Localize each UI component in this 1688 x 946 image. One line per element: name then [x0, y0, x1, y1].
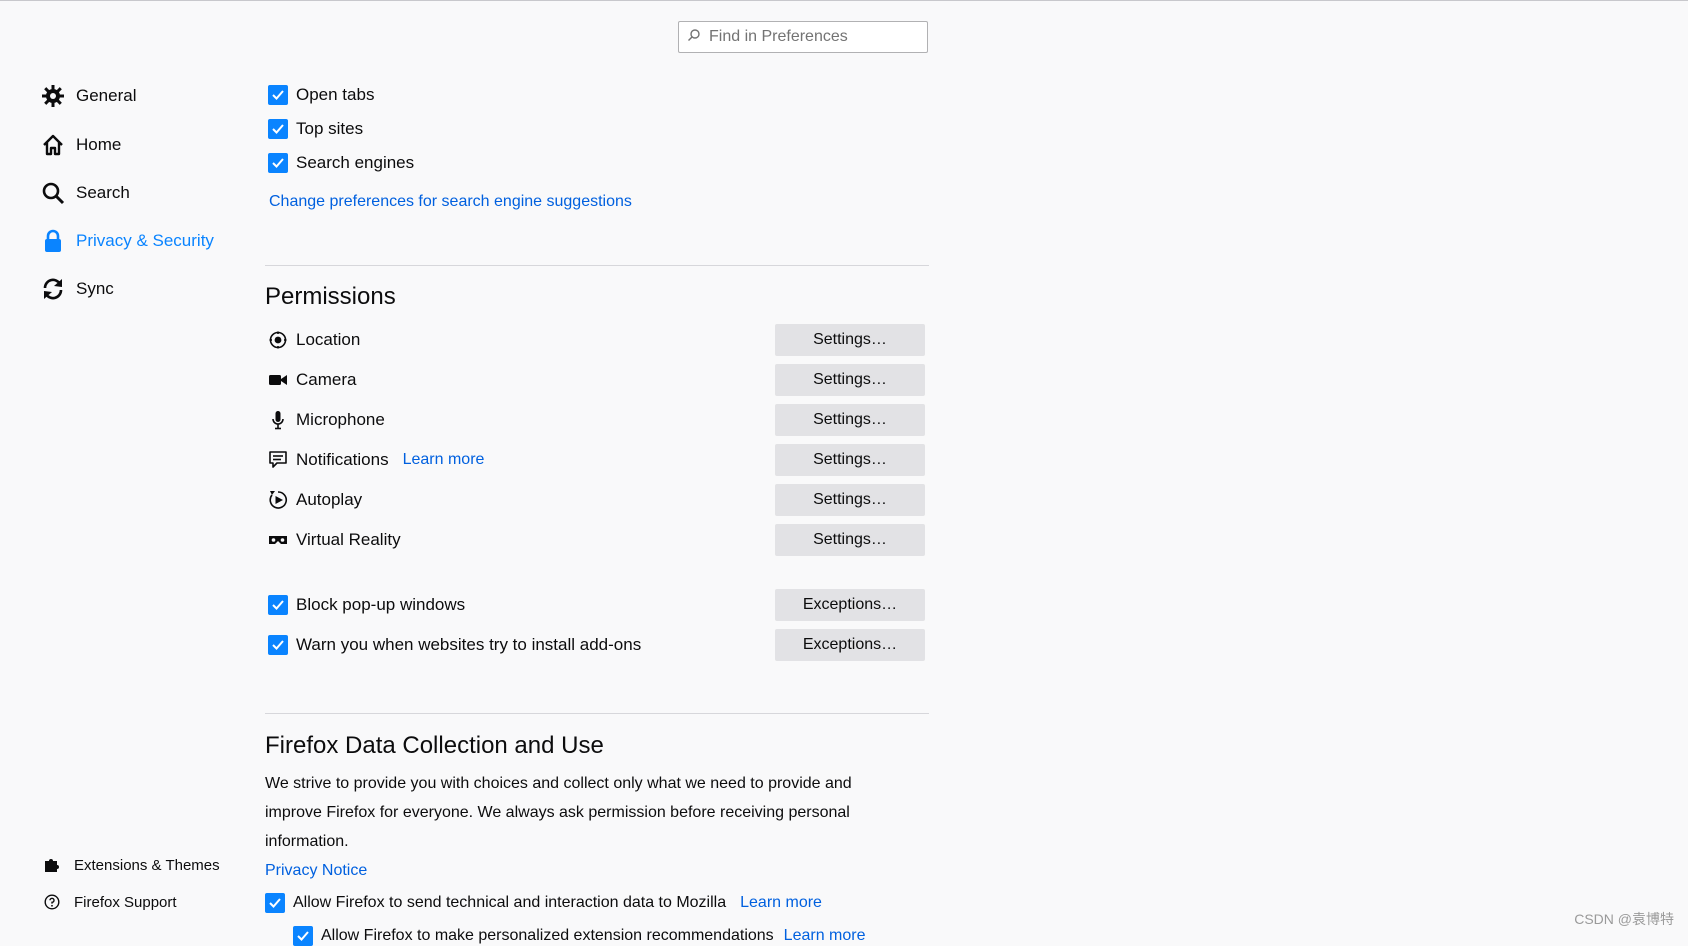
gear-icon: [40, 83, 66, 109]
sidebar-item-support[interactable]: Firefox Support: [42, 892, 177, 912]
popups-exceptions-button[interactable]: Exceptions…: [775, 589, 925, 621]
sidebar-item-label: Extensions & Themes: [74, 856, 220, 874]
search-input[interactable]: [707, 27, 927, 47]
sidebar-item-extensions[interactable]: Extensions & Themes: [42, 855, 220, 875]
lock-icon: [40, 228, 66, 254]
checkbox-label: Warn you when websites try to install ad…: [296, 635, 642, 654]
permission-label: Notifications: [296, 450, 389, 469]
data-collection-description: We strive to provide you with choices an…: [265, 775, 852, 850]
sidebar-item-label: General: [76, 86, 137, 105]
sidebar-item-label: Sync: [76, 279, 114, 298]
search-engines-checkbox-row[interactable]: Search engines: [268, 153, 414, 173]
notification-icon: [268, 450, 288, 470]
checkbox-checked-icon[interactable]: [268, 119, 288, 139]
permission-notifications: Notifications Learn more: [268, 450, 484, 470]
microphone-settings-button[interactable]: Settings…: [775, 404, 925, 436]
data-collection-heading: Firefox Data Collection and Use: [265, 732, 604, 759]
autoplay-settings-button[interactable]: Settings…: [775, 484, 925, 516]
sidebar-item-label: Search: [76, 183, 130, 202]
sidebar-item-label: Firefox Support: [74, 893, 177, 911]
checkbox-label: Top sites: [296, 119, 364, 138]
section-divider: [265, 713, 929, 714]
permission-label: Microphone: [296, 410, 385, 429]
checkbox-label: Block pop-up windows: [296, 595, 466, 614]
microphone-icon: [268, 410, 288, 430]
sidebar-item-privacy[interactable]: Privacy & Security: [40, 228, 214, 254]
permission-location: Location: [268, 330, 360, 350]
checkbox-checked-icon[interactable]: [265, 893, 285, 913]
sidebar-item-label: Home: [76, 135, 122, 154]
notifications-settings-button[interactable]: Settings…: [775, 444, 925, 476]
addons-exceptions-button[interactable]: Exceptions…: [775, 629, 925, 661]
search-icon: [687, 28, 701, 47]
search-icon: [40, 180, 66, 206]
open-tabs-checkbox-row[interactable]: Open tabs: [268, 85, 374, 105]
camera-icon: [268, 370, 288, 390]
search-box[interactable]: [678, 21, 928, 53]
sidebar-item-label: Privacy & Security: [76, 231, 214, 250]
sidebar-item-general[interactable]: General: [40, 83, 136, 109]
technical-data-checkbox-row[interactable]: Allow Firefox to send technical and inte…: [265, 893, 822, 913]
warn-addons-checkbox-row[interactable]: Warn you when websites try to install ad…: [268, 635, 641, 655]
camera-settings-button[interactable]: Settings…: [775, 364, 925, 396]
sidebar-item-search[interactable]: Search: [40, 180, 130, 206]
location-settings-button[interactable]: Settings…: [775, 324, 925, 356]
permission-microphone: Microphone: [268, 410, 385, 430]
top-sites-checkbox-row[interactable]: Top sites: [268, 119, 363, 139]
sidebar-item-sync[interactable]: Sync: [40, 276, 114, 302]
checkbox-checked-icon[interactable]: [268, 635, 288, 655]
technical-data-learn-more-link[interactable]: Learn more: [740, 894, 822, 912]
checkbox-label: Search engines: [296, 153, 415, 172]
sync-icon: [40, 276, 66, 302]
permission-camera: Camera: [268, 370, 356, 390]
checkbox-checked-icon[interactable]: [268, 153, 288, 173]
permission-label: Autoplay: [296, 490, 363, 509]
checkbox-label: Open tabs: [296, 85, 375, 104]
notifications-learn-more-link[interactable]: Learn more: [403, 451, 485, 469]
permission-label: Virtual Reality: [296, 530, 401, 549]
vr-icon: [268, 530, 288, 550]
location-icon: [268, 330, 288, 350]
autoplay-icon: [268, 490, 288, 510]
permission-autoplay: Autoplay: [268, 490, 362, 510]
puzzle-icon: [42, 855, 62, 875]
search-suggestions-link[interactable]: Change preferences for search engine sug…: [269, 193, 632, 211]
permissions-heading: Permissions: [265, 283, 396, 310]
watermark: CSDN @袁博特: [1574, 911, 1674, 927]
permission-virtual-reality: Virtual Reality: [268, 530, 401, 550]
recommendations-learn-more-link[interactable]: Learn more: [784, 927, 866, 945]
checkbox-checked-icon[interactable]: [293, 926, 313, 946]
block-popups-checkbox-row[interactable]: Block pop-up windows: [268, 595, 465, 615]
checkbox-checked-icon[interactable]: [268, 85, 288, 105]
checkbox-label: Allow Firefox to send technical and inte…: [293, 894, 727, 911]
section-divider: [265, 265, 929, 266]
vr-settings-button[interactable]: Settings…: [775, 524, 925, 556]
sidebar-item-home[interactable]: Home: [40, 132, 121, 158]
permission-label: Location: [296, 330, 361, 349]
checkbox-checked-icon[interactable]: [268, 595, 288, 615]
recommendations-checkbox-row[interactable]: Allow Firefox to make personalized exten…: [293, 926, 866, 946]
permission-label: Camera: [296, 370, 357, 389]
privacy-notice-link[interactable]: Privacy Notice: [265, 862, 367, 880]
help-icon: [42, 892, 62, 912]
home-icon: [40, 132, 66, 158]
checkbox-label: Allow Firefox to make personalized exten…: [321, 927, 774, 944]
